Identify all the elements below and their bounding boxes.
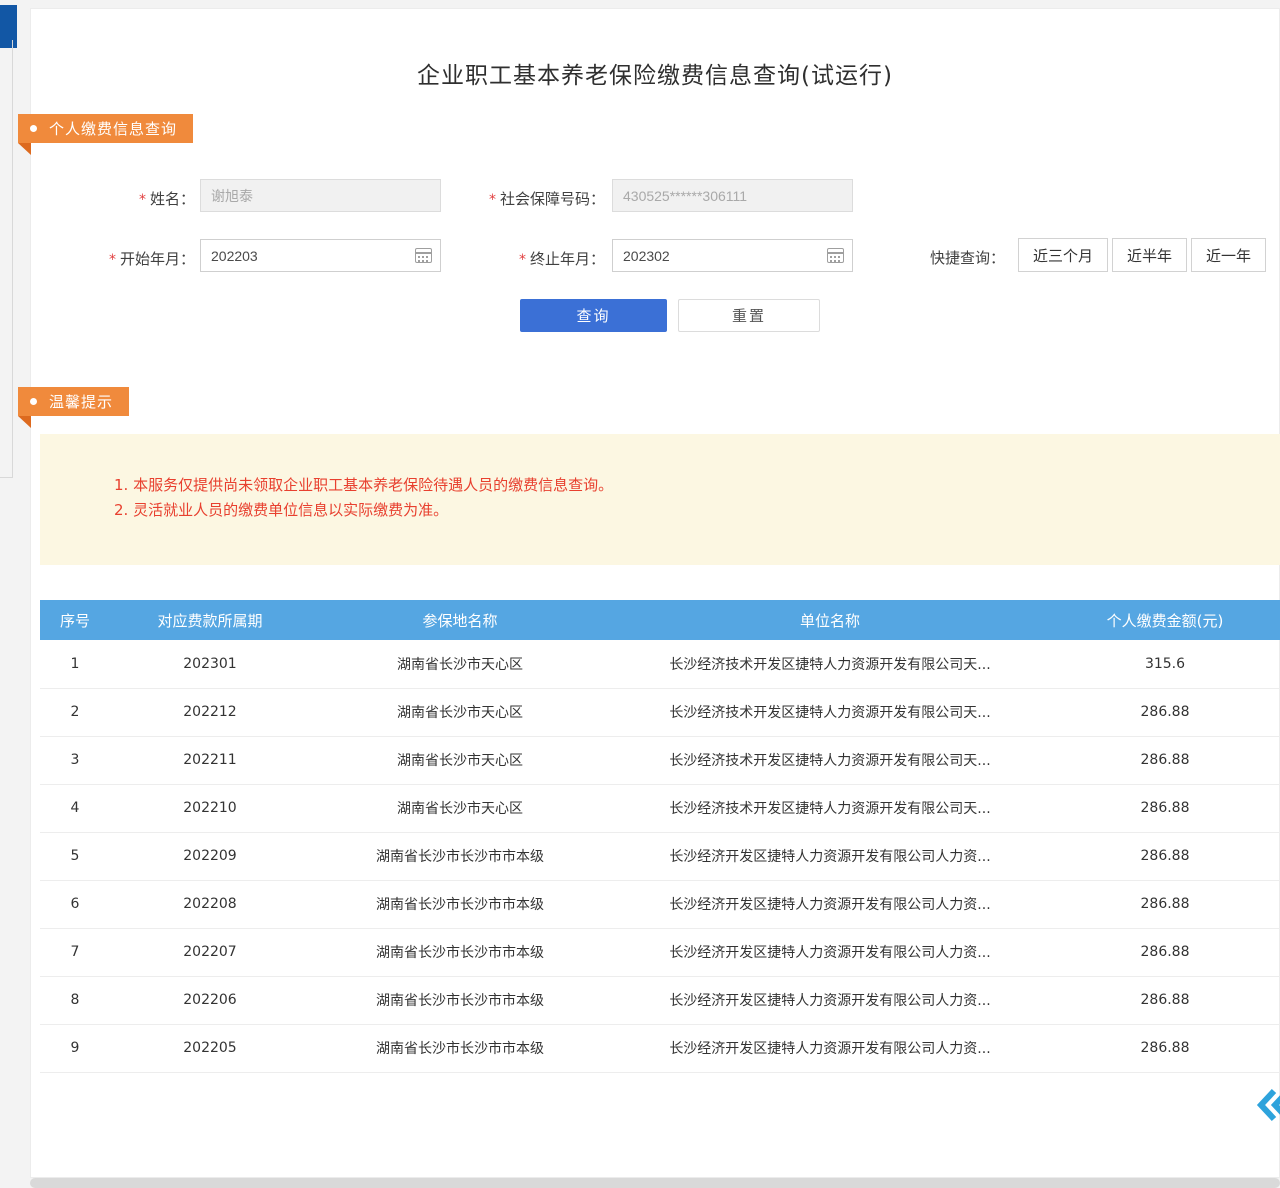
section-badge-label: 个人缴费信息查询 <box>49 118 177 139</box>
cell-period: 202212 <box>110 688 310 736</box>
quick-btn-last-year[interactable]: 近一年 <box>1191 238 1266 272</box>
cell-amount: 286.88 <box>1050 976 1280 1024</box>
required-mark: * <box>109 252 116 268</box>
calendar-icon[interactable] <box>827 248 844 263</box>
cell-company: 长沙经济技术开发区捷特人力资源开发有限公司天... <box>610 640 1050 688</box>
cell-place: 湖南省长沙市天心区 <box>310 688 610 736</box>
cell-place: 湖南省长沙市长沙市市本级 <box>310 880 610 928</box>
table-row: 1 202301 湖南省长沙市天心区 长沙经济技术开发区捷特人力资源开发有限公司… <box>40 640 1280 688</box>
cell-seq: 7 <box>40 928 110 976</box>
start-month-label: *开始年月： <box>80 248 195 269</box>
ssn-label: *社会保障号码： <box>450 188 605 209</box>
bullet-dot-icon <box>30 398 37 405</box>
ssn-field[interactable] <box>612 179 853 212</box>
cell-period: 202211 <box>110 736 310 784</box>
table-row: 6 202208 湖南省长沙市长沙市市本级 长沙经济开发区捷特人力资源开发有限公… <box>40 880 1280 928</box>
cell-place: 湖南省长沙市长沙市市本级 <box>310 1024 610 1072</box>
cell-company: 长沙经济开发区捷特人力资源开发有限公司人力资... <box>610 1024 1050 1072</box>
reset-button[interactable]: 重置 <box>678 299 820 332</box>
cell-company: 长沙经济开发区捷特人力资源开发有限公司人力资... <box>610 880 1050 928</box>
end-month-field[interactable] <box>612 239 853 272</box>
cell-seq: 2 <box>40 688 110 736</box>
double-chevron-left-icon[interactable] <box>1252 1084 1280 1126</box>
cell-amount: 286.88 <box>1050 688 1280 736</box>
cell-company: 长沙经济开发区捷特人力资源开发有限公司人力资... <box>610 976 1050 1024</box>
cell-amount: 286.88 <box>1050 928 1280 976</box>
tip-line: 1. 本服务仅提供尚未领取企业职工基本养老保险待遇人员的缴费信息查询。 <box>114 473 1280 498</box>
table-row: 3 202211 湖南省长沙市天心区 长沙经济技术开发区捷特人力资源开发有限公司… <box>40 736 1280 784</box>
cell-period: 202209 <box>110 832 310 880</box>
section-badge-label: 温馨提示 <box>49 391 113 412</box>
section-badge-personal-payment-query: 个人缴费信息查询 <box>18 114 193 143</box>
bullet-dot-icon <box>30 125 37 132</box>
cell-place: 湖南省长沙市长沙市市本级 <box>310 976 610 1024</box>
cell-amount: 286.88 <box>1050 736 1280 784</box>
required-mark: * <box>139 192 146 208</box>
calendar-icon[interactable] <box>415 248 432 263</box>
cell-amount: 315.6 <box>1050 640 1280 688</box>
table-row: 9 202205 湖南省长沙市长沙市市本级 长沙经济开发区捷特人力资源开发有限公… <box>40 1024 1280 1072</box>
page: 企业职工基本养老保险缴费信息查询(试运行) 个人缴费信息查询 *姓名： *社会保… <box>0 0 1280 1188</box>
cell-company: 长沙经济技术开发区捷特人力资源开发有限公司天... <box>610 784 1050 832</box>
left-panel-border <box>0 40 13 478</box>
header-period: 对应费款所属期 <box>110 600 310 640</box>
table-row: 5 202209 湖南省长沙市长沙市市本级 长沙经济开发区捷特人力资源开发有限公… <box>40 832 1280 880</box>
cell-place: 湖南省长沙市长沙市市本级 <box>310 928 610 976</box>
cell-place: 湖南省长沙市天心区 <box>310 736 610 784</box>
tip-line: 2. 灵活就业人员的缴费单位信息以实际缴费为准。 <box>114 498 1280 523</box>
required-mark: * <box>489 192 496 208</box>
tips-box: 1. 本服务仅提供尚未领取企业职工基本养老保险待遇人员的缴费信息查询。 2. 灵… <box>40 434 1280 565</box>
cell-period: 202301 <box>110 640 310 688</box>
quick-btn-last-half-year[interactable]: 近半年 <box>1112 238 1187 272</box>
cell-amount: 286.88 <box>1050 880 1280 928</box>
cell-company: 长沙经济技术开发区捷特人力资源开发有限公司天... <box>610 736 1050 784</box>
table-row: 4 202210 湖南省长沙市天心区 长沙经济技术开发区捷特人力资源开发有限公司… <box>40 784 1280 832</box>
cell-period: 202208 <box>110 880 310 928</box>
cell-seq: 4 <box>40 784 110 832</box>
cell-period: 202205 <box>110 1024 310 1072</box>
section-badge-tips: 温馨提示 <box>18 387 129 416</box>
header-seq: 序号 <box>40 600 110 640</box>
header-place: 参保地名称 <box>310 600 610 640</box>
start-month-field[interactable] <box>200 239 441 272</box>
cell-seq: 1 <box>40 640 110 688</box>
name-field[interactable] <box>200 179 441 212</box>
ribbon-fold <box>18 416 31 428</box>
quick-query-group: 近三个月 近半年 近一年 <box>1018 238 1266 272</box>
cell-seq: 6 <box>40 880 110 928</box>
header-amount: 个人缴费金额(元) <box>1050 600 1280 640</box>
cell-amount: 286.88 <box>1050 1024 1280 1072</box>
cell-seq: 9 <box>40 1024 110 1072</box>
cell-period: 202206 <box>110 976 310 1024</box>
cell-company: 长沙经济开发区捷特人力资源开发有限公司人力资... <box>610 832 1050 880</box>
page-title: 企业职工基本养老保险缴费信息查询(试运行) <box>30 56 1280 90</box>
ribbon-fold <box>18 143 31 155</box>
cell-company: 长沙经济开发区捷特人力资源开发有限公司人力资... <box>610 928 1050 976</box>
cell-place: 湖南省长沙市天心区 <box>310 784 610 832</box>
table-row: 2 202212 湖南省长沙市天心区 长沙经济技术开发区捷特人力资源开发有限公司… <box>40 688 1280 736</box>
quick-btn-last-3-months[interactable]: 近三个月 <box>1018 238 1108 272</box>
quick-query-label: 快捷查询： <box>930 247 1005 268</box>
end-month-label: *终止年月： <box>495 248 605 269</box>
cell-amount: 286.88 <box>1050 784 1280 832</box>
cell-amount: 286.88 <box>1050 832 1280 880</box>
cell-place: 湖南省长沙市天心区 <box>310 640 610 688</box>
name-label: *姓名： <box>88 188 195 209</box>
bottom-scrollbar-track <box>30 1178 1280 1188</box>
header-company: 单位名称 <box>610 600 1050 640</box>
table-row: 8 202206 湖南省长沙市长沙市市本级 长沙经济开发区捷特人力资源开发有限公… <box>40 976 1280 1024</box>
table-header-row: 序号 对应费款所属期 参保地名称 单位名称 个人缴费金额(元) <box>40 600 1280 640</box>
cell-seq: 5 <box>40 832 110 880</box>
cell-period: 202207 <box>110 928 310 976</box>
query-button[interactable]: 查询 <box>520 299 667 332</box>
cell-seq: 8 <box>40 976 110 1024</box>
cell-seq: 3 <box>40 736 110 784</box>
cell-company: 长沙经济技术开发区捷特人力资源开发有限公司天... <box>610 688 1050 736</box>
cell-period: 202210 <box>110 784 310 832</box>
table-row: 7 202207 湖南省长沙市长沙市市本级 长沙经济开发区捷特人力资源开发有限公… <box>40 928 1280 976</box>
payment-records-table: 序号 对应费款所属期 参保地名称 单位名称 个人缴费金额(元) 1 202301… <box>40 600 1280 1073</box>
cell-place: 湖南省长沙市长沙市市本级 <box>310 832 610 880</box>
required-mark: * <box>519 252 526 268</box>
